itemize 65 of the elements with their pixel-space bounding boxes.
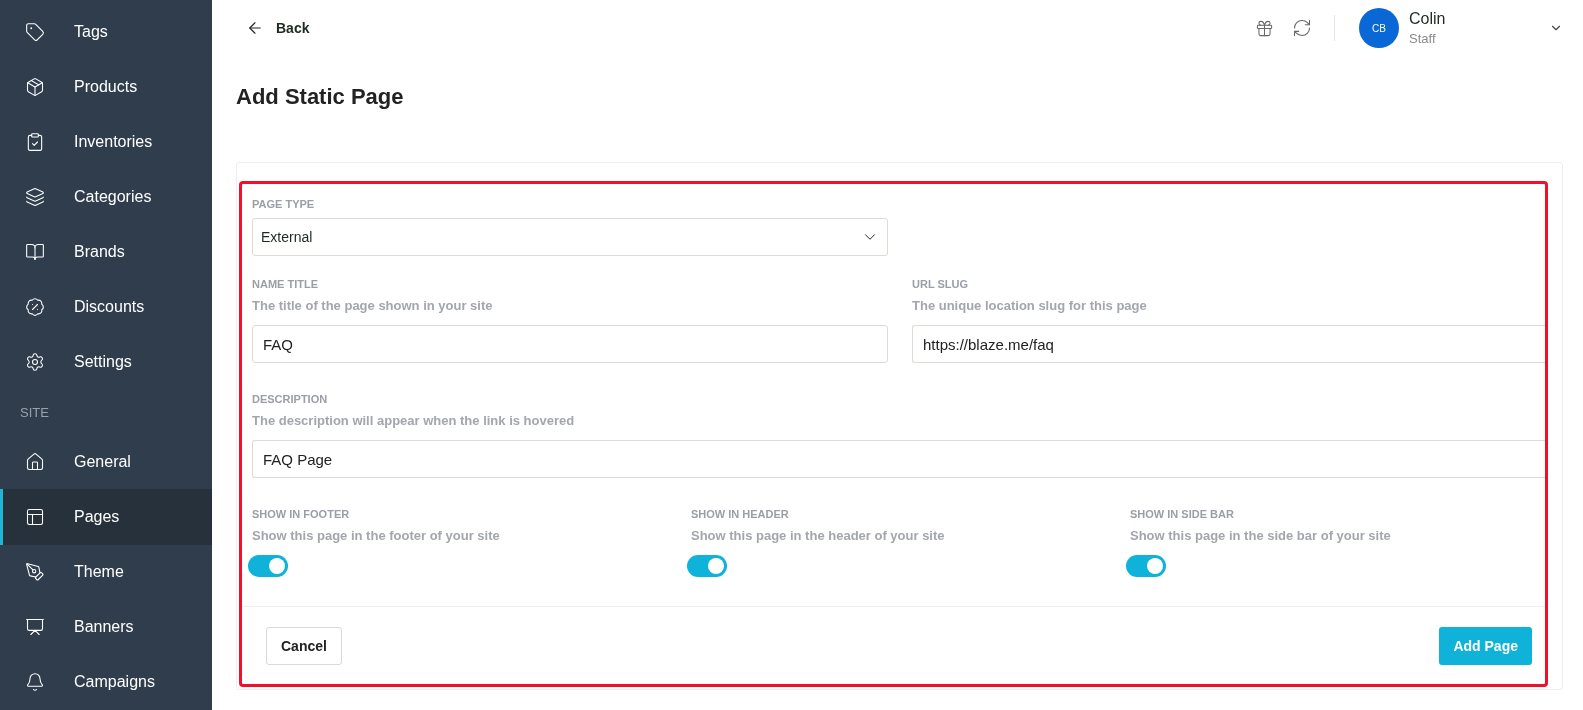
field-hint: Show this page in the side bar of your site	[1130, 528, 1392, 543]
clipboard-icon	[25, 131, 45, 152]
sidebar-item[interactable]: Tags	[0, 4, 212, 60]
page-title: Add Static Page	[236, 84, 405, 110]
layers-icon	[25, 187, 45, 207]
sidebar-item[interactable]: Campaigns	[0, 654, 212, 710]
sidebar-item-label: Inventories	[74, 132, 153, 151]
percent-badge-icon	[25, 297, 45, 318]
sidebar-item[interactable]: General	[0, 434, 212, 490]
field-label: URL SLUG	[912, 278, 970, 290]
user-role: Staff	[1409, 31, 1437, 46]
book-icon	[25, 242, 45, 263]
sidebar-item-label: Settings	[74, 353, 132, 372]
url-slug-field[interactable]: https://blaze.me/faq	[912, 325, 1545, 363]
field-label: PAGE TYPE	[252, 198, 316, 210]
page-type-select[interactable]: External	[252, 218, 888, 256]
sidebar-item-label: General	[74, 452, 131, 471]
sidebar-item-label: Tags	[74, 22, 108, 41]
field-label: SHOW IN HEADER	[691, 508, 790, 520]
field-label: DESCRIPTION	[252, 393, 329, 405]
sidebar-item-label: Pages	[74, 508, 120, 526]
description-field[interactable]: FAQ Page	[252, 440, 1545, 478]
sidebar-item[interactable]: Settings	[0, 334, 212, 390]
sidebar-item[interactable]: Products	[0, 59, 212, 115]
field-label: NAME TITLE	[252, 278, 319, 290]
user-name: Colin	[1409, 10, 1447, 28]
screen-icon	[25, 617, 45, 638]
user-avatar[interactable]: CB	[1359, 8, 1399, 48]
sidebar-item-label: Brands	[74, 243, 125, 262]
field-hint: The description will appear when the link is hovered	[252, 413, 576, 428]
sidebar-item[interactable]: Brands	[0, 224, 212, 280]
back-link[interactable]: Back	[236, 19, 310, 37]
sidebar-section-label: SITE	[19, 403, 50, 422]
tag-icon	[25, 21, 45, 42]
toggle-switch[interactable]	[687, 555, 727, 577]
sidebar-item-label: Categories	[74, 188, 152, 206]
field-label: SHOW IN FOOTER	[252, 508, 351, 520]
sidebar-item-label: Campaigns	[74, 673, 155, 692]
layout-icon	[25, 507, 45, 527]
sidebar-item[interactable]: Categories	[0, 169, 212, 225]
sidebar-item-label: Theme	[74, 563, 124, 582]
field-hint: The title of the page shown in your site	[252, 298, 494, 313]
field-label: SHOW IN SIDE BAR	[1130, 508, 1235, 520]
gift-icon[interactable]	[1255, 18, 1274, 38]
sidebar-item-label: Discounts	[74, 298, 145, 317]
field-hint: The unique location slug for this page	[912, 298, 1148, 313]
pen-icon	[25, 562, 45, 583]
toggle-switch[interactable]	[1126, 555, 1166, 577]
settings-icon	[25, 352, 45, 373]
refresh-icon[interactable]	[1292, 18, 1312, 38]
field-hint: Show this page in the header of your site	[691, 528, 946, 543]
sidebar-item[interactable]: Inventories	[0, 114, 212, 170]
toggle-switch[interactable]	[248, 555, 288, 577]
cancel-button[interactable]: Cancel	[266, 626, 342, 665]
name-title-field[interactable]: FAQ	[252, 325, 888, 363]
sidebar-item[interactable]: Discounts	[0, 279, 212, 335]
field-hint: Show this page in the footer of your site	[252, 528, 501, 543]
sidebar-item[interactable]: Banners	[0, 599, 212, 655]
sidebar-item-label: Products	[74, 77, 138, 96]
box-icon	[25, 76, 45, 97]
bell-icon	[25, 672, 45, 693]
home-icon	[25, 451, 45, 472]
sidebar-item[interactable]: Pages	[0, 489, 212, 545]
sidebar-item-label: Banners	[74, 618, 134, 637]
sidebar-item[interactable]: Theme	[0, 544, 212, 600]
